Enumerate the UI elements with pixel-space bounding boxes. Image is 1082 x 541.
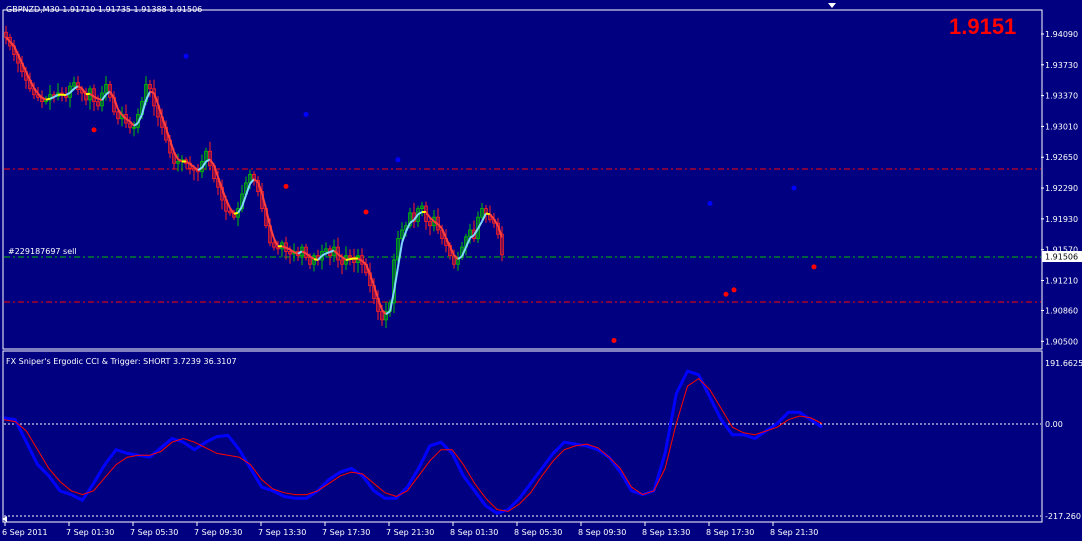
ma-segment [45,97,51,101]
time-axis-label: 8 Sep 17:30 [706,528,754,537]
time-axis-label: 8 Sep 01:30 [450,528,498,537]
time-axis-label: 7 Sep 01:30 [66,528,114,537]
fractal-down-dot [91,127,97,133]
indicator-title: FX Sniper's Ergodic CCI & Trigger: SHORT… [6,357,237,366]
indicator-axis-label: 0.00 [1045,420,1063,429]
fractal-down-dot [811,264,817,270]
order-label[interactable]: #229187697 sell [8,247,77,256]
price-axis-label: 1.90500 [1045,337,1078,346]
time-axis-label: 8 Sep 09:30 [578,528,626,537]
big-price-display: 1.9151 [949,14,1016,39]
price-axis-label: 1.91210 [1045,277,1078,286]
ma-segment [293,251,299,255]
ma-segment [349,257,355,261]
price-axis-label: 1.93370 [1045,92,1078,101]
price-axis-label: 1.90860 [1045,306,1078,315]
fractal-down-dot [731,287,737,293]
fractal-down-dot [611,337,617,343]
time-axis-label: 8 Sep 21:30 [770,528,818,537]
fractal-up-dot [791,185,797,191]
price-axis-label: 1.93010 [1045,122,1078,131]
fractal-down-dot [283,183,289,189]
fractal-up-dot [395,157,401,163]
current-price-tag-text: 1.91506 [1045,253,1078,262]
ma-segment [149,90,155,94]
price-axis-label: 1.92290 [1045,184,1078,193]
indicator-axis-label: 191.6625 [1045,359,1082,368]
fractal-up-dot [707,200,713,206]
price-axis-label: 1.93730 [1045,61,1078,70]
time-axis-label: 8 Sep 05:30 [514,528,562,537]
fractal-up-dot [303,111,309,117]
price-axis-label: 1.94090 [1045,30,1078,39]
ma-segment [485,212,491,216]
price-axis-label: 1.91930 [1045,215,1078,224]
fractal-down-dot [723,291,729,297]
chart-background [0,0,1082,541]
ma-segment [233,211,239,215]
price-axis-label: 1.92650 [1045,153,1078,162]
time-axis-label: 7 Sep 17:30 [322,528,370,537]
fractal-down-dot [363,209,369,215]
time-axis-label: 7 Sep 21:30 [386,528,434,537]
ma-segment [345,258,351,261]
ma-segment [281,245,287,249]
fractal-up-dot [183,53,189,59]
time-axis-label: 7 Sep 13:30 [258,528,306,537]
ma-segment [325,251,331,255]
time-axis-label: 7 Sep 09:30 [194,528,242,537]
indicator-axis-label: -217.260 [1045,512,1081,521]
time-axis-label: 6 Sep 2011 [2,528,48,537]
time-axis-label: 7 Sep 05:30 [130,528,178,537]
time-axis-label: 8 Sep 13:30 [642,528,690,537]
trading-chart[interactable]: 1.94090 1.93730 1.93370 1.93010 1.92650 1.922… [0,0,1082,541]
symbol-info: GBPNZD,M30 1.91710 1.91735 1.91388 1.915… [6,5,202,14]
